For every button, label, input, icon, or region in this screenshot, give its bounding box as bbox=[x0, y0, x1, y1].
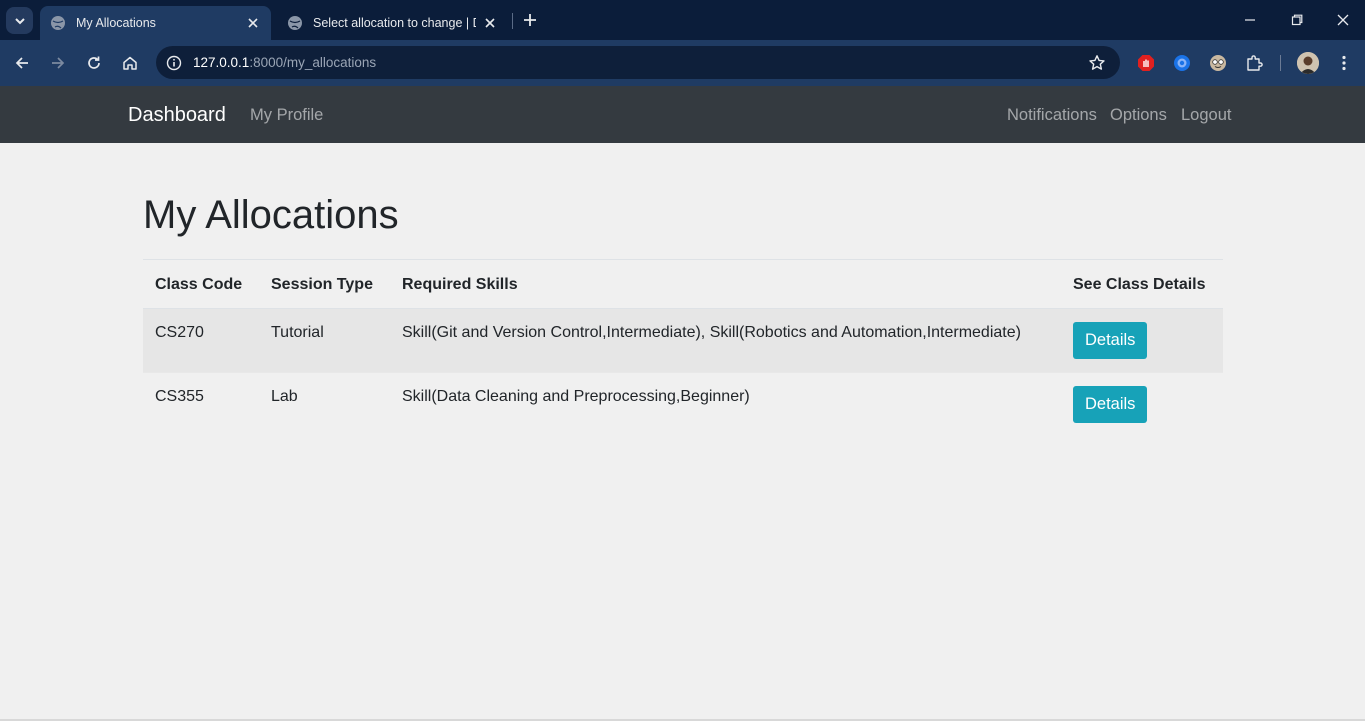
star-icon[interactable] bbox=[1088, 54, 1106, 72]
close-window-button[interactable] bbox=[1331, 8, 1355, 32]
column-header-required-skills: Required Skills bbox=[390, 259, 1061, 309]
arrow-left-icon bbox=[15, 57, 28, 69]
details-cell: Details bbox=[1061, 372, 1223, 436]
site-navbar: Dashboard My Profile Notifications Optio… bbox=[0, 86, 1365, 143]
nav-link-logout[interactable]: Logout bbox=[1181, 106, 1231, 125]
chevron-down-icon bbox=[14, 17, 25, 24]
column-header-see-class-details: See Class Details bbox=[1061, 259, 1223, 309]
column-header-session-type: Session Type bbox=[259, 259, 390, 309]
translate-extension[interactable] bbox=[1171, 52, 1193, 74]
close-icon[interactable] bbox=[482, 15, 498, 31]
page-title: My Allocations bbox=[143, 193, 399, 237]
nav-link-notifications[interactable]: Notifications bbox=[1007, 106, 1097, 125]
address-bar[interactable]: 127.0.0.1:8000/my_allocations bbox=[156, 46, 1120, 79]
details-button[interactable]: Details bbox=[1073, 322, 1148, 359]
profile-avatar[interactable] bbox=[1297, 52, 1319, 74]
required-skills-cell: Skill(Git and Version Control,Intermedia… bbox=[390, 308, 1061, 373]
site-info-button[interactable] bbox=[162, 51, 185, 74]
browser-menu-button[interactable] bbox=[1334, 52, 1354, 74]
forward-button[interactable] bbox=[46, 51, 70, 75]
table-row: CS355 Lab Skill(Data Cleaning and Prepro… bbox=[143, 372, 1223, 436]
avatar-icon bbox=[1297, 52, 1319, 74]
info-icon bbox=[166, 55, 181, 70]
arrow-right-icon bbox=[52, 57, 65, 69]
details-cell: Details bbox=[1061, 308, 1223, 373]
column-header-class-code: Class Code bbox=[143, 259, 259, 309]
translate-icon bbox=[1174, 55, 1190, 71]
minimize-button[interactable] bbox=[1238, 8, 1262, 32]
home-icon bbox=[123, 56, 137, 70]
class-code-cell: CS270 bbox=[143, 308, 259, 373]
reload-icon bbox=[88, 56, 100, 69]
required-skills-cell: Skill(Data Cleaning and Preprocessing,Be… bbox=[390, 372, 1061, 436]
restore-button[interactable] bbox=[1285, 8, 1309, 32]
close-icon[interactable] bbox=[245, 15, 261, 31]
tab-select-allocation[interactable]: Select allocation to change | Dja bbox=[277, 6, 508, 40]
minimize-icon bbox=[1245, 19, 1255, 21]
adblock-icon bbox=[1138, 55, 1154, 71]
nav-brand-dashboard[interactable]: Dashboard bbox=[128, 104, 226, 127]
tab-title: Select allocation to change | Dja bbox=[313, 16, 476, 30]
url-text[interactable]: 127.0.0.1:8000/my_allocations bbox=[193, 55, 376, 70]
session-type-cell: Tutorial bbox=[259, 308, 390, 373]
globe-icon bbox=[288, 16, 302, 30]
back-button[interactable] bbox=[10, 51, 34, 75]
nav-link-options[interactable]: Options bbox=[1110, 106, 1167, 125]
reload-button[interactable] bbox=[82, 51, 106, 75]
tab-separator bbox=[512, 13, 513, 29]
details-button[interactable]: Details bbox=[1073, 386, 1148, 423]
browser-toolbar: 127.0.0.1:8000/my_allocations bbox=[0, 40, 1365, 86]
plus-icon bbox=[524, 14, 536, 26]
tab-search-button[interactable] bbox=[6, 7, 33, 34]
face-extension[interactable] bbox=[1207, 52, 1229, 74]
new-tab-button[interactable] bbox=[519, 9, 541, 31]
toolbar-separator bbox=[1280, 55, 1281, 71]
kebab-menu-icon bbox=[1342, 55, 1346, 71]
globe-icon bbox=[51, 16, 65, 30]
adblock-extension[interactable] bbox=[1135, 52, 1157, 74]
browser-tab-strip: My Allocations Select allocation to chan… bbox=[0, 0, 1365, 40]
table-row: CS270 Tutorial Skill(Git and Version Con… bbox=[143, 308, 1223, 373]
extensions-button[interactable] bbox=[1243, 52, 1265, 74]
face-extension-icon bbox=[1210, 55, 1226, 71]
session-type-cell: Lab bbox=[259, 372, 390, 436]
class-code-cell: CS355 bbox=[143, 372, 259, 436]
restore-icon bbox=[1291, 14, 1303, 26]
puzzle-icon bbox=[1247, 55, 1263, 71]
allocations-table: Class Code Session Type Required Skills … bbox=[143, 259, 1223, 436]
home-button[interactable] bbox=[118, 51, 142, 75]
close-icon bbox=[1337, 14, 1349, 26]
nav-link-my-profile[interactable]: My Profile bbox=[250, 106, 323, 125]
tab-my-allocations[interactable]: My Allocations bbox=[40, 6, 271, 40]
table-header-row: Class Code Session Type Required Skills … bbox=[143, 259, 1223, 309]
url-path: :8000/my_allocations bbox=[249, 55, 377, 70]
url-host: 127.0.0.1 bbox=[193, 55, 250, 70]
tab-title: My Allocations bbox=[76, 16, 156, 30]
